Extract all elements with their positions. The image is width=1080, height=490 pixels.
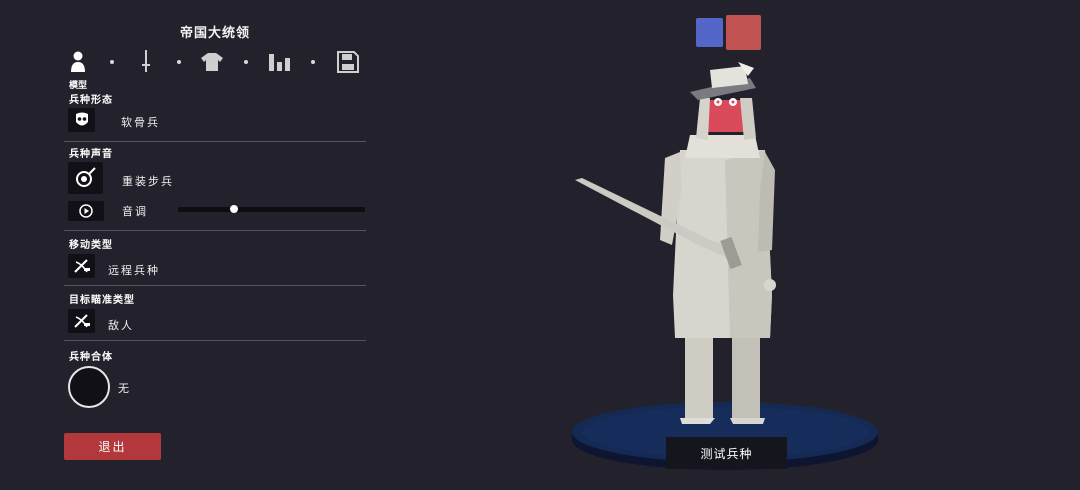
- stats-icon: [269, 54, 290, 71]
- crossbow-icon: [73, 259, 90, 273]
- targeting-value: 敌人: [108, 319, 134, 332]
- microphone-icon: [75, 167, 96, 187]
- crossbow-icon: [73, 314, 90, 328]
- movement-select-button[interactable]: [68, 254, 95, 278]
- tab-separator-dot: [110, 60, 114, 64]
- pitch-label: 音调: [122, 205, 148, 218]
- tab-model[interactable]: [64, 48, 92, 76]
- tab-label-model: 模型: [69, 81, 88, 91]
- tab-separator-dot: [244, 60, 248, 64]
- tab-separator-dot: [177, 60, 181, 64]
- test-unit-button[interactable]: 测试兵种: [666, 437, 787, 469]
- movement-value: 远程兵种: [108, 264, 160, 277]
- unit-editor-panel: 帝国大统领 模型 兵种形态 软骨兵 兵种声音 重装步兵 音调 移动类型 远程兵种…: [64, 0, 366, 486]
- divider: [64, 340, 366, 341]
- tab-separator-dot: [311, 60, 315, 64]
- exit-button[interactable]: 退出: [64, 433, 161, 460]
- save-icon: [337, 51, 359, 73]
- unit-preview-figure: [572, 62, 878, 470]
- section-title-form: 兵种形态: [69, 95, 113, 106]
- tab-clothing[interactable]: [198, 48, 226, 76]
- divider: [64, 141, 366, 142]
- play-icon: [79, 204, 93, 218]
- person-icon: [71, 51, 85, 72]
- targeting-select-button[interactable]: [68, 309, 95, 333]
- tab-save[interactable]: [334, 48, 362, 76]
- unit-preview-stage[interactable]: [560, 40, 890, 486]
- pitch-slider-thumb[interactable]: [230, 205, 239, 213]
- tab-weapon[interactable]: [132, 48, 160, 76]
- divider: [64, 230, 366, 231]
- section-title-voice: 兵种声音: [69, 149, 113, 160]
- divider: [64, 285, 366, 286]
- fusion-value: 无: [118, 382, 131, 395]
- form-value: 软骨兵: [121, 116, 160, 129]
- tab-stats[interactable]: [266, 48, 294, 76]
- shirt-icon: [201, 53, 223, 71]
- form-select-button[interactable]: [68, 108, 95, 132]
- pitch-slider[interactable]: [178, 205, 365, 213]
- page-title: 帝国大统领: [179, 26, 250, 41]
- fusion-select-button[interactable]: [68, 366, 110, 408]
- sword-icon: [142, 50, 150, 72]
- voice-select-button[interactable]: [68, 162, 103, 194]
- editor-tab-bar: [64, 48, 366, 76]
- section-title-fusion: 兵种合体: [69, 352, 113, 363]
- play-voice-button[interactable]: [68, 201, 104, 221]
- section-title-targeting: 目标瞄准类型: [69, 295, 135, 306]
- mask-icon: [75, 112, 88, 126]
- voice-value: 重装步兵: [122, 175, 174, 188]
- section-title-movement: 移动类型: [69, 240, 113, 251]
